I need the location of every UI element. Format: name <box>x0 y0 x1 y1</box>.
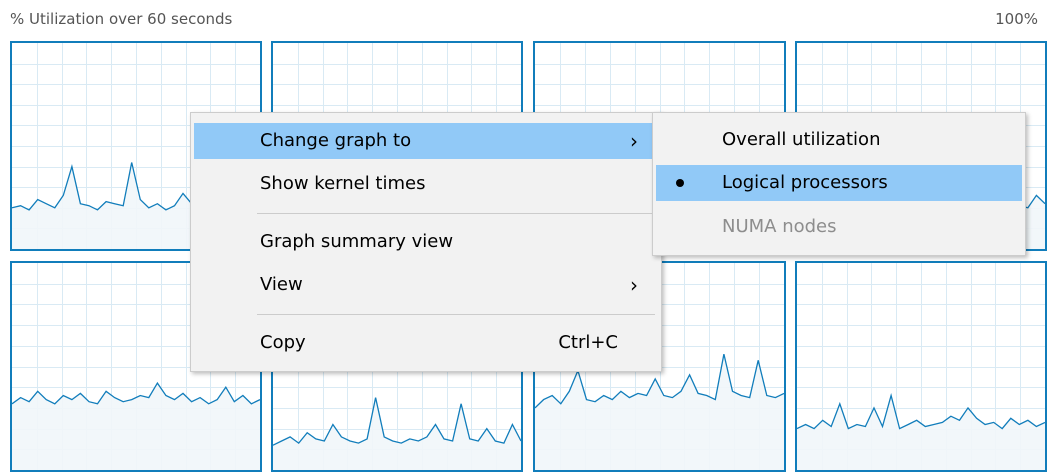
submenu-item-overall-utilization[interactable]: Overall utilization <box>656 122 1022 158</box>
menu-item-show-kernel-times[interactable]: Show kernel times <box>194 166 658 202</box>
chevron-right-icon: › <box>630 129 638 153</box>
context-menu: Change graph to › Show kernel times Grap… <box>190 112 662 372</box>
shortcut-label: Ctrl+C <box>558 332 618 353</box>
submenu-item-label: NUMA nodes <box>722 216 837 237</box>
menu-item-graph-summary-view[interactable]: Graph summary view <box>194 224 658 260</box>
menu-item-view[interactable]: View › <box>194 267 658 303</box>
submenu-item-label: Logical processors <box>722 172 888 193</box>
max-percent-label: 100% <box>995 10 1038 28</box>
menu-item-label: View <box>260 274 303 295</box>
menu-separator <box>257 314 655 315</box>
submenu: Overall utilization Logical processors N… <box>652 112 1026 256</box>
submenu-item-label: Overall utilization <box>722 129 881 150</box>
menu-item-label: Graph summary view <box>260 231 454 252</box>
submenu-item-logical-processors[interactable]: Logical processors <box>656 165 1022 201</box>
menu-separator <box>257 213 655 214</box>
radio-bullet-icon <box>676 179 684 187</box>
chevron-right-icon: › <box>630 273 638 297</box>
menu-item-label: Change graph to <box>260 130 412 151</box>
menu-item-copy[interactable]: Copy Ctrl+C <box>194 325 658 361</box>
menu-item-change-graph-to[interactable]: Change graph to › <box>194 123 658 159</box>
submenu-item-numa-nodes: NUMA nodes <box>656 209 1022 245</box>
menu-item-label: Copy <box>260 332 306 353</box>
menu-item-label: Show kernel times <box>260 173 426 194</box>
graph-title: % Utilization over 60 seconds <box>10 10 233 28</box>
cpu-graph-7[interactable] <box>795 261 1047 472</box>
